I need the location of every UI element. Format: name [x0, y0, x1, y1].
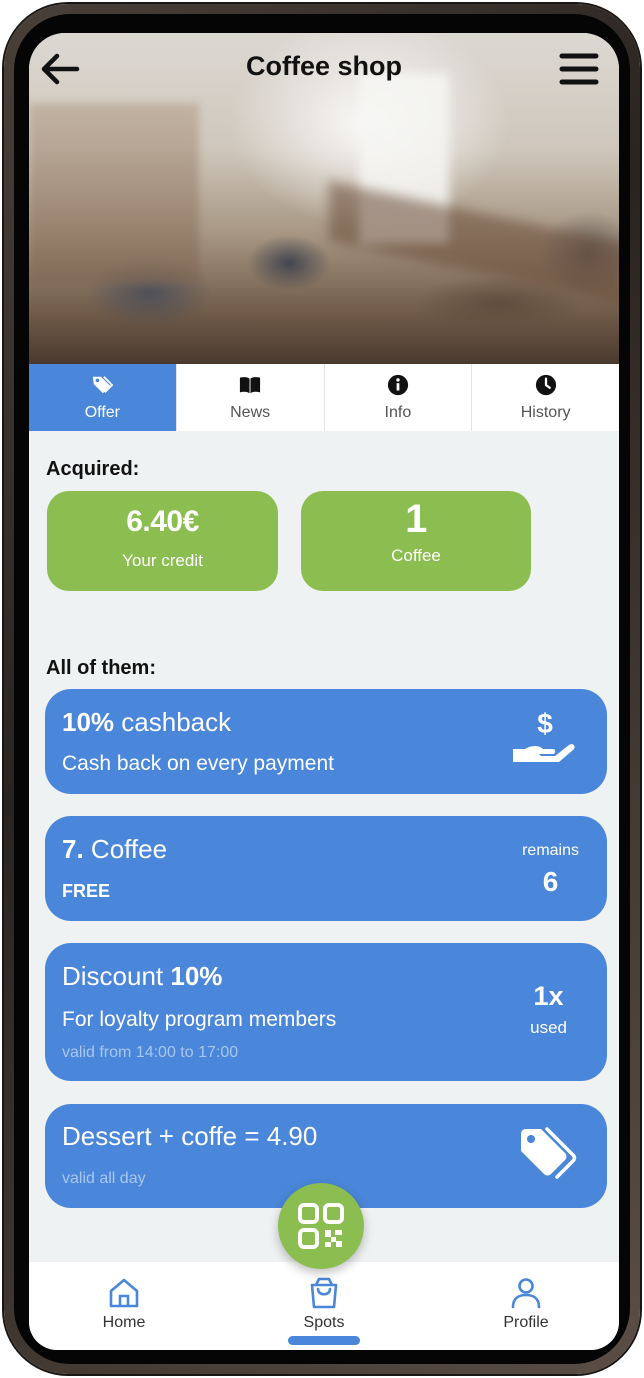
user-icon — [511, 1278, 541, 1309]
offer-title: 10% cashback — [62, 707, 232, 737]
acquired-heading: Acquired: — [46, 458, 140, 480]
tab-label: Offer — [84, 403, 121, 421]
nav-home[interactable]: Home — [64, 1276, 184, 1332]
offer-validity: valid all day — [62, 1170, 146, 1187]
tab-news[interactable]: News — [177, 364, 325, 431]
bag-icon — [310, 1277, 338, 1309]
offer-title: Discount 10% — [62, 961, 223, 991]
svg-text:$: $ — [537, 709, 553, 739]
nav-profile[interactable]: Profile — [466, 1276, 586, 1332]
tab-history[interactable]: History — [472, 364, 619, 431]
credit-card[interactable]: 6.40€ Your credit — [47, 491, 278, 591]
book-icon — [240, 376, 261, 393]
tab-label: News — [230, 403, 271, 421]
offer-title: Dessert + coffe = 4.90 — [62, 1121, 318, 1151]
usage-counter: 1x used — [530, 981, 567, 1038]
offer-description: For loyalty program members — [62, 1008, 337, 1031]
offer-card-free-coffee[interactable]: 7. Coffee FREE remains 6 — [45, 816, 607, 921]
credit-value: 6.40€ — [126, 505, 199, 538]
remains-label: remains — [522, 842, 579, 859]
hero-image — [29, 33, 619, 364]
nav-label: Home — [102, 1314, 146, 1331]
used-count: 1x — [533, 981, 564, 1011]
qr-scan-button[interactable] — [278, 1183, 364, 1269]
offer-card-cashback[interactable]: 10% cashback Cash back on every payment … — [45, 689, 607, 794]
cash-hand-icon: $ — [513, 709, 575, 762]
offer-description: Cash back on every payment — [62, 752, 334, 775]
tags-icon — [521, 1127, 577, 1179]
clock-icon — [535, 374, 556, 395]
coffee-card[interactable]: 1 Coffee — [301, 491, 531, 591]
credit-label: Your credit — [122, 551, 203, 570]
tag-icon — [93, 375, 114, 393]
menu-button[interactable] — [557, 49, 601, 89]
info-icon — [387, 374, 408, 395]
offer-title: 7. Coffee — [62, 834, 168, 864]
page-title: Coffee shop — [245, 51, 402, 81]
tab-label: History — [520, 403, 571, 421]
all-offers-heading: All of them: — [46, 657, 156, 679]
coffee-count: 1 — [405, 497, 427, 541]
home-icon — [109, 1278, 139, 1308]
offer-validity: valid from 14:00 to 17:00 — [62, 1044, 239, 1061]
offer-card-discount[interactable]: Discount 10% For loyalty program members… — [45, 943, 607, 1081]
coffee-label: Coffee — [391, 546, 441, 565]
nav-spots[interactable]: Spots — [264, 1276, 384, 1332]
tab-offer[interactable]: Offer — [29, 364, 177, 431]
remaining-counter: remains 6 — [522, 842, 579, 898]
remains-value: 6 — [542, 866, 559, 897]
offer-description: FREE — [62, 881, 111, 901]
hamburger-icon — [559, 53, 599, 85]
tab-info[interactable]: Info — [325, 364, 473, 431]
app-screen: Coffee shop Offer News Info History Acqu… — [29, 33, 619, 1350]
active-nav-indicator — [288, 1336, 360, 1345]
qr-code-icon — [298, 1203, 344, 1249]
tab-label: Info — [384, 403, 412, 421]
tab-bar: Offer News Info History — [29, 364, 619, 431]
nav-label: Spots — [303, 1314, 345, 1331]
used-label: used — [530, 1018, 567, 1037]
nav-label: Profile — [503, 1314, 549, 1331]
